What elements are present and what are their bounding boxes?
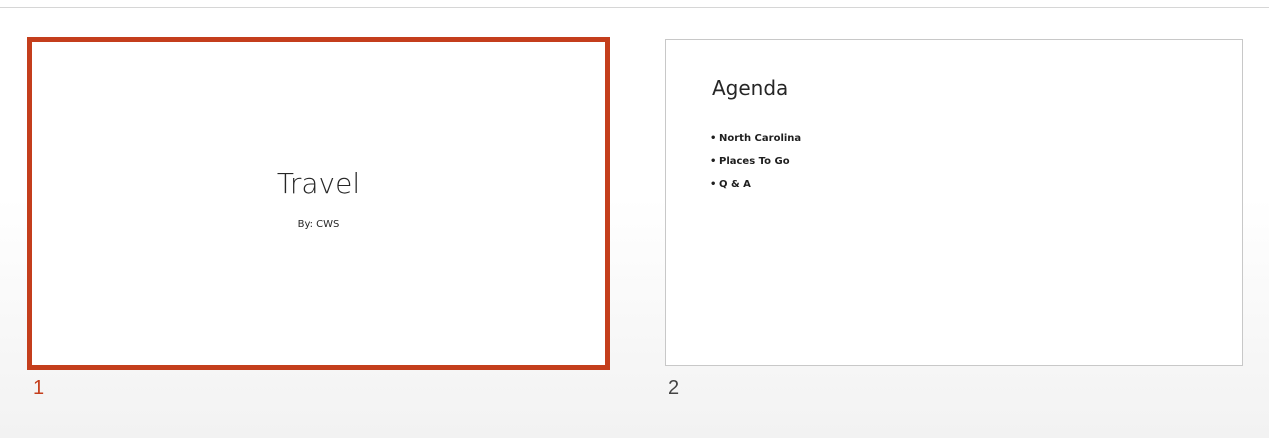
bullet-text: Places To Go	[719, 156, 790, 167]
bullet-dot-icon: •	[710, 179, 717, 190]
bullet-item: • Places To Go	[710, 154, 801, 177]
bullet-text: North Carolina	[719, 133, 802, 144]
slide-2-title: Agenda	[712, 76, 789, 100]
slide-1-title: Travel	[276, 167, 361, 200]
bullet-dot-icon: •	[710, 156, 717, 167]
bullet-item: • Q & A	[710, 177, 801, 200]
bullet-dot-icon: •	[710, 133, 717, 144]
slide-thumbnail-1[interactable]: Travel By: CWS	[27, 37, 610, 370]
slide-thumbnail-2[interactable]: Agenda • North Carolina • Places To Go • Q …	[665, 39, 1243, 366]
slide-1-subtitle: By: CWS	[297, 219, 340, 230]
bullet-text: Q & A	[719, 179, 751, 190]
slide-number-1: 1	[33, 377, 45, 399]
slide-number-2: 2	[668, 377, 680, 399]
top-divider	[0, 7, 1269, 8]
slide-2-bullet-list: • North Carolina • Places To Go • Q & A	[710, 131, 801, 200]
bullet-item: • North Carolina	[710, 131, 801, 154]
